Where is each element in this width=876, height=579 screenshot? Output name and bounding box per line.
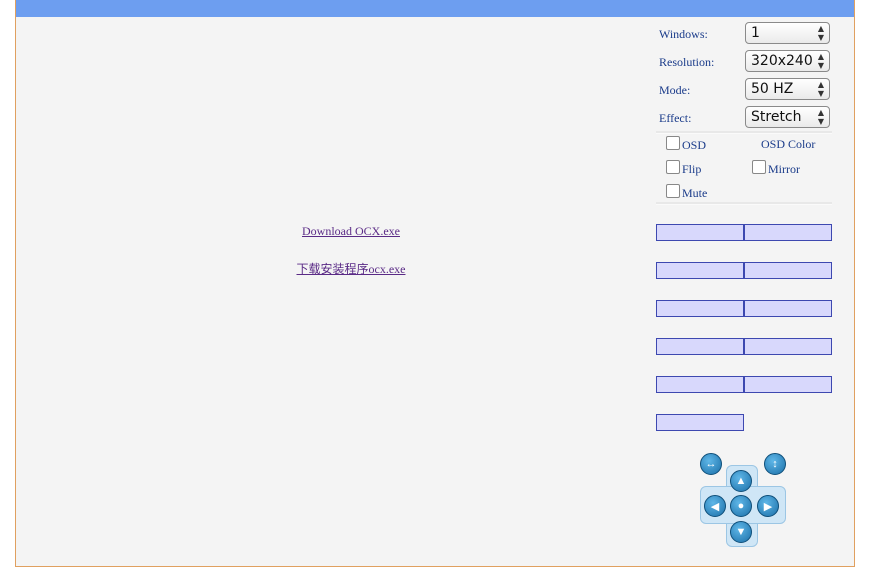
flip-label: Flip bbox=[682, 162, 702, 176]
control-bar-single[interactable] bbox=[656, 414, 744, 431]
control-bar-row bbox=[656, 338, 832, 355]
resolution-row: Resolution: 320x240 ▲ ▼ bbox=[656, 48, 832, 76]
osd-color-label[interactable]: OSD Color bbox=[761, 137, 815, 152]
effect-value: Stretch bbox=[751, 109, 802, 125]
checkbox-box[interactable] bbox=[666, 160, 680, 174]
checkbox-box[interactable] bbox=[666, 184, 680, 198]
select-arrows-icon: ▲ ▼ bbox=[817, 108, 824, 126]
arrow-up-icon[interactable]: ▲ bbox=[730, 470, 752, 492]
mute-label: Mute bbox=[682, 186, 708, 200]
arrow-right-icon[interactable]: ▶ bbox=[757, 495, 779, 517]
control-bar-left[interactable] bbox=[656, 300, 744, 317]
checkbox-box[interactable] bbox=[666, 136, 680, 150]
download-ocx-cn-link[interactable]: 下载安装程序ocx.exe bbox=[281, 260, 421, 277]
control-bar-row bbox=[656, 262, 832, 279]
divider bbox=[656, 202, 832, 205]
control-bar-right[interactable] bbox=[744, 224, 832, 241]
control-bar-right[interactable] bbox=[744, 300, 832, 317]
arrow-left-icon[interactable]: ◀ bbox=[704, 495, 726, 517]
mode-row: Mode: 50 HZ ▲ ▼ bbox=[656, 76, 832, 104]
control-bar-left[interactable] bbox=[656, 262, 744, 279]
resolution-label: Resolution: bbox=[659, 55, 715, 69]
resolution-select[interactable]: 320x240 ▲ ▼ bbox=[745, 50, 830, 72]
center-icon[interactable]: ● bbox=[730, 495, 752, 517]
select-arrows-icon: ▲ ▼ bbox=[817, 52, 824, 70]
osd-label: OSD bbox=[682, 138, 707, 152]
control-bar-left[interactable] bbox=[656, 338, 744, 355]
settings-panel: Windows: 1 ▲ ▼ Resolution: 320x240 ▲ ▼ Mode:… bbox=[656, 20, 832, 547]
windows-row: Windows: 1 ▲ ▼ bbox=[656, 20, 832, 48]
windows-value: 1 bbox=[751, 25, 760, 41]
control-bar-right[interactable] bbox=[744, 376, 832, 393]
mode-label: Mode: bbox=[659, 83, 691, 97]
control-bar-row bbox=[656, 300, 832, 317]
osd-checkbox[interactable]: OSD bbox=[666, 136, 706, 153]
control-bar-row bbox=[656, 376, 832, 393]
flip-checkbox[interactable]: Flip bbox=[666, 160, 701, 177]
vertical-scan-icon[interactable]: ↕ bbox=[764, 453, 786, 475]
app-frame: Download OCX.exe 下载安装程序ocx.exe Windows: … bbox=[15, 0, 855, 567]
control-bar-row bbox=[656, 414, 832, 431]
mode-select[interactable]: 50 HZ ▲ ▼ bbox=[745, 78, 830, 100]
mirror-checkbox[interactable]: Mirror bbox=[752, 160, 800, 177]
divider bbox=[656, 131, 832, 134]
checkbox-box[interactable] bbox=[752, 160, 766, 174]
arrow-down-icon[interactable]: ▼ bbox=[730, 521, 752, 543]
control-bar-left[interactable] bbox=[656, 376, 744, 393]
mode-value: 50 HZ bbox=[751, 81, 794, 97]
select-arrows-icon: ▲ ▼ bbox=[817, 24, 824, 42]
effect-row: Effect: Stretch ▲ ▼ bbox=[656, 104, 832, 132]
ptz-control: ↔ ↕ ▲ ◀ ● ▶ ▼ bbox=[696, 450, 806, 560]
horizontal-scan-icon[interactable]: ↔ bbox=[700, 453, 722, 475]
effect-label: Effect: bbox=[659, 111, 692, 125]
download-links: Download OCX.exe 下载安装程序ocx.exe bbox=[281, 224, 421, 277]
windows-select[interactable]: 1 ▲ ▼ bbox=[745, 22, 830, 44]
control-bar-right[interactable] bbox=[744, 338, 832, 355]
windows-label: Windows: bbox=[659, 27, 708, 41]
resolution-value: 320x240 bbox=[751, 53, 813, 69]
top-bar bbox=[16, 0, 854, 17]
control-bar-left[interactable] bbox=[656, 224, 744, 241]
control-bar-right[interactable] bbox=[744, 262, 832, 279]
select-arrows-icon: ▲ ▼ bbox=[817, 80, 824, 98]
control-bar-row bbox=[656, 224, 832, 241]
mirror-label: Mirror bbox=[768, 162, 800, 176]
mute-checkbox[interactable]: Mute bbox=[666, 184, 707, 201]
download-ocx-link[interactable]: Download OCX.exe bbox=[281, 224, 421, 239]
effect-select[interactable]: Stretch ▲ ▼ bbox=[745, 106, 830, 128]
